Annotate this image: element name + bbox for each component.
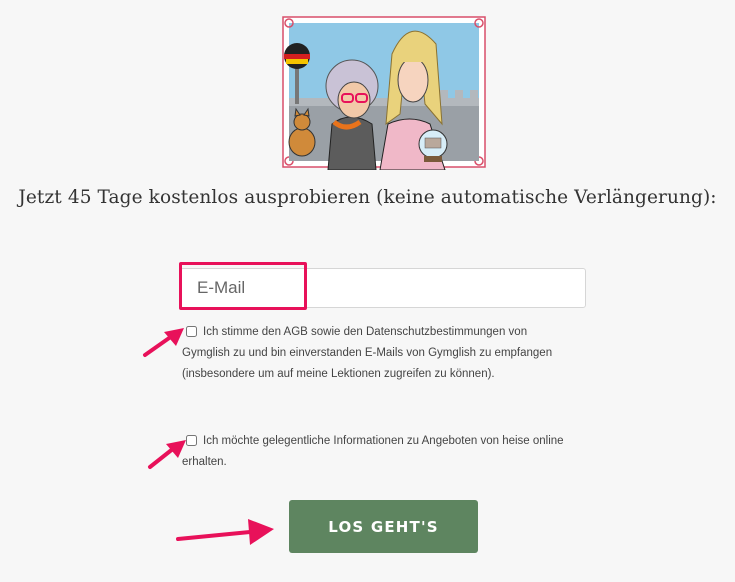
- arrow-icon: [176, 519, 274, 545]
- email-field[interactable]: [181, 269, 585, 307]
- germany-flag-icon: [284, 43, 310, 69]
- arrow-icon: [143, 328, 184, 357]
- comic-illustration: [282, 16, 486, 170]
- page-headline: Jetzt 45 Tage kostenlos ausprobieren (ke…: [18, 187, 717, 208]
- newsletter-checkbox-label: Ich möchte gelegentliche Informationen z…: [182, 435, 564, 468]
- terms-checkbox-label: Ich stimme den AGB sowie den Datenschutz…: [182, 326, 553, 380]
- submit-button[interactable]: LOS GEHT'S: [289, 500, 478, 553]
- arrow-icon: [148, 440, 186, 469]
- email-field-container: [180, 268, 586, 308]
